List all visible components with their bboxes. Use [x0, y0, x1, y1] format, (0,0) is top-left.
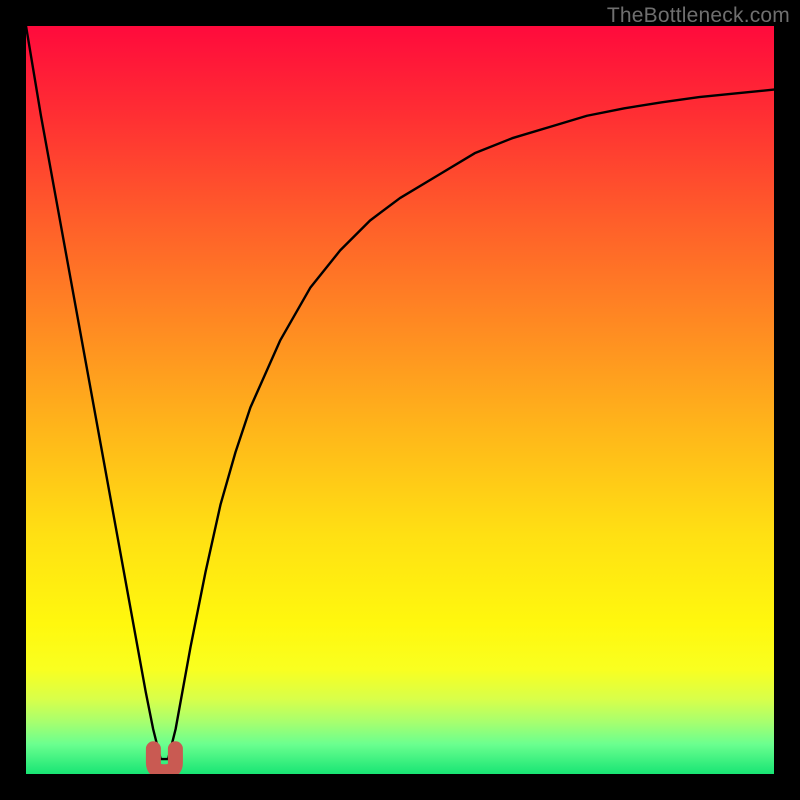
minimum-marker: [153, 749, 175, 772]
bottleneck-curve: [26, 26, 774, 774]
chart-frame: TheBottleneck.com: [0, 0, 800, 800]
watermark-text: TheBottleneck.com: [607, 4, 790, 28]
plot-area: [26, 26, 774, 774]
